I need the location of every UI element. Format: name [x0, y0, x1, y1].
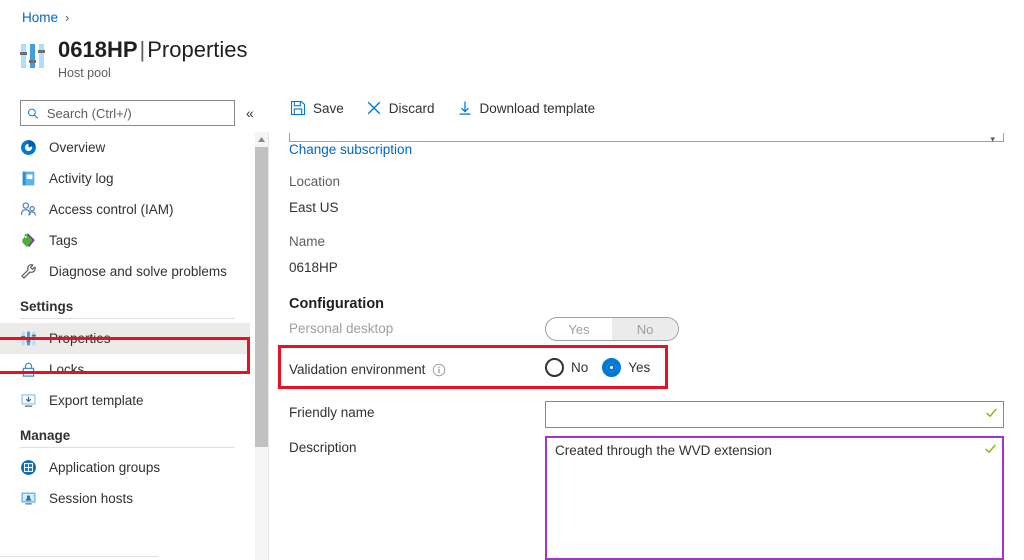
description-validation: [978, 438, 1002, 558]
validation-environment-label: Validation environment: [289, 362, 425, 377]
title-separator: |: [138, 37, 148, 62]
name-label: Name: [289, 234, 325, 249]
search-icon: [27, 107, 39, 120]
sidebar-item-label: Export template: [49, 393, 144, 408]
personal-desktop-label: Personal desktop: [289, 321, 393, 336]
validation-radio-no-label: No: [571, 360, 588, 375]
radio-unselected-icon: [545, 358, 564, 377]
discard-button[interactable]: Discard: [366, 100, 435, 116]
sidebar-item-label: Locks: [49, 362, 84, 377]
friendly-name-input[interactable]: [545, 401, 1004, 428]
sidebar-item-diagnose[interactable]: Diagnose and solve problems: [0, 256, 250, 287]
description-label: Description: [289, 440, 357, 455]
bottom-divider: [0, 556, 158, 557]
subscription-field-clipped[interactable]: ▾: [289, 133, 1004, 142]
tags-icon: [20, 232, 37, 249]
validation-environment-radios: No Yes: [545, 358, 650, 377]
breadcrumb-home-link[interactable]: Home: [22, 10, 58, 25]
sidebar-item-tags[interactable]: Tags: [0, 225, 250, 256]
collapse-sidebar-button[interactable]: «: [246, 104, 254, 122]
friendly-name-validation: [979, 402, 1003, 427]
host-pool-sliders-icon: [18, 41, 48, 71]
sidebar-group-title-manage: Manage: [0, 428, 250, 443]
sidebar-item-application-groups[interactable]: Application groups: [0, 452, 250, 483]
scroll-up-arrow-icon[interactable]: [255, 132, 268, 146]
sidebar-item-label: Properties: [49, 331, 111, 346]
command-bar: Save Discard Download template: [290, 100, 595, 116]
sidebar-item-label: Activity log: [49, 171, 114, 186]
chevron-down-icon: ▾: [990, 134, 995, 145]
sidebar-item-label: Diagnose and solve problems: [49, 264, 227, 279]
location-label: Location: [289, 174, 340, 189]
download-arrow-icon: [457, 100, 473, 116]
change-subscription-link[interactable]: Change subscription: [289, 142, 412, 157]
green-check-icon: [985, 406, 998, 419]
resource-name: 0618HP: [58, 37, 138, 62]
sidebar-item-export-template[interactable]: Export template: [0, 385, 250, 416]
access-control-people-icon: [20, 201, 37, 218]
sidebar-item-activity-log[interactable]: Activity log: [0, 163, 250, 194]
application-groups-icon: [20, 459, 37, 476]
green-check-icon: [984, 442, 997, 455]
save-button[interactable]: Save: [290, 100, 344, 116]
sidebar-item-label: Tags: [49, 233, 78, 248]
validation-environment-label-group: Validation environment: [289, 362, 446, 377]
page-title: 0618HP|Properties: [58, 36, 248, 64]
friendly-name-value[interactable]: [546, 402, 979, 427]
page-section-name: Properties: [147, 37, 247, 62]
session-hosts-icon: [20, 490, 37, 507]
sidebar-scrollbar[interactable]: [255, 132, 268, 560]
sidebar-divider: [20, 447, 235, 448]
breadcrumb-separator-icon: ›: [65, 10, 69, 25]
breadcrumb: Home ›: [22, 10, 69, 25]
close-x-icon: [366, 100, 382, 116]
sidebar-item-label: Access control (IAM): [49, 202, 174, 217]
sidebar-nav: Overview Activity log Access control (IA…: [0, 132, 250, 560]
sidebar-item-label: Overview: [49, 140, 105, 155]
radio-selected-icon: [602, 358, 621, 377]
sidebar-item-label: Session hosts: [49, 491, 133, 506]
sidebar-item-session-hosts[interactable]: Session hosts: [0, 483, 250, 514]
sidebar-item-properties[interactable]: Properties: [0, 323, 250, 354]
friendly-name-label: Friendly name: [289, 405, 375, 420]
info-icon[interactable]: [432, 363, 446, 377]
sidebar-item-label: Application groups: [49, 460, 160, 475]
sidebar-content-divider: [268, 132, 269, 560]
validation-radio-yes-label: Yes: [628, 360, 650, 375]
sidebar-item-access-control[interactable]: Access control (IAM): [0, 194, 250, 225]
download-template-button[interactable]: Download template: [457, 100, 596, 116]
download-template-label: Download template: [480, 101, 596, 116]
activity-log-book-icon: [20, 170, 37, 187]
sidebar-search[interactable]: [20, 100, 235, 126]
export-template-icon: [20, 392, 37, 409]
personal-desktop-toggle[interactable]: Yes No: [545, 317, 679, 341]
save-disk-icon: [290, 100, 306, 116]
properties-form: ▾ Change subscription Location East US N…: [289, 133, 1024, 560]
name-value: 0618HP: [289, 260, 338, 275]
lock-icon: [20, 361, 37, 378]
personal-desktop-option-yes[interactable]: Yes: [546, 318, 612, 340]
discard-label: Discard: [389, 101, 435, 116]
configuration-section-title: Configuration: [289, 296, 384, 312]
sidebar-item-overview[interactable]: Overview: [0, 132, 250, 163]
save-label: Save: [313, 101, 344, 116]
overview-circle-icon: [20, 139, 37, 156]
description-textarea[interactable]: Created through the WVD extension: [545, 436, 1004, 560]
personal-desktop-option-no[interactable]: No: [612, 318, 678, 340]
sidebar-item-locks[interactable]: Locks: [0, 354, 250, 385]
properties-sliders-icon: [20, 330, 37, 347]
sidebar-divider: [20, 318, 235, 319]
scrollbar-thumb[interactable]: [255, 147, 268, 447]
validation-radio-no[interactable]: No: [545, 358, 588, 377]
sidebar-group-title-settings: Settings: [0, 299, 250, 314]
resource-type-subtitle: Host pool: [58, 66, 248, 80]
page-title-block: 0618HP|Properties Host pool: [18, 36, 248, 80]
description-value[interactable]: Created through the WVD extension: [547, 438, 978, 558]
location-value: East US: [289, 200, 339, 215]
azure-portal-properties-page: Home › 0618HP|Properties Host pool «: [0, 0, 1024, 560]
search-input[interactable]: [45, 105, 228, 122]
validation-radio-yes[interactable]: Yes: [602, 358, 650, 377]
wrench-icon: [20, 263, 37, 280]
